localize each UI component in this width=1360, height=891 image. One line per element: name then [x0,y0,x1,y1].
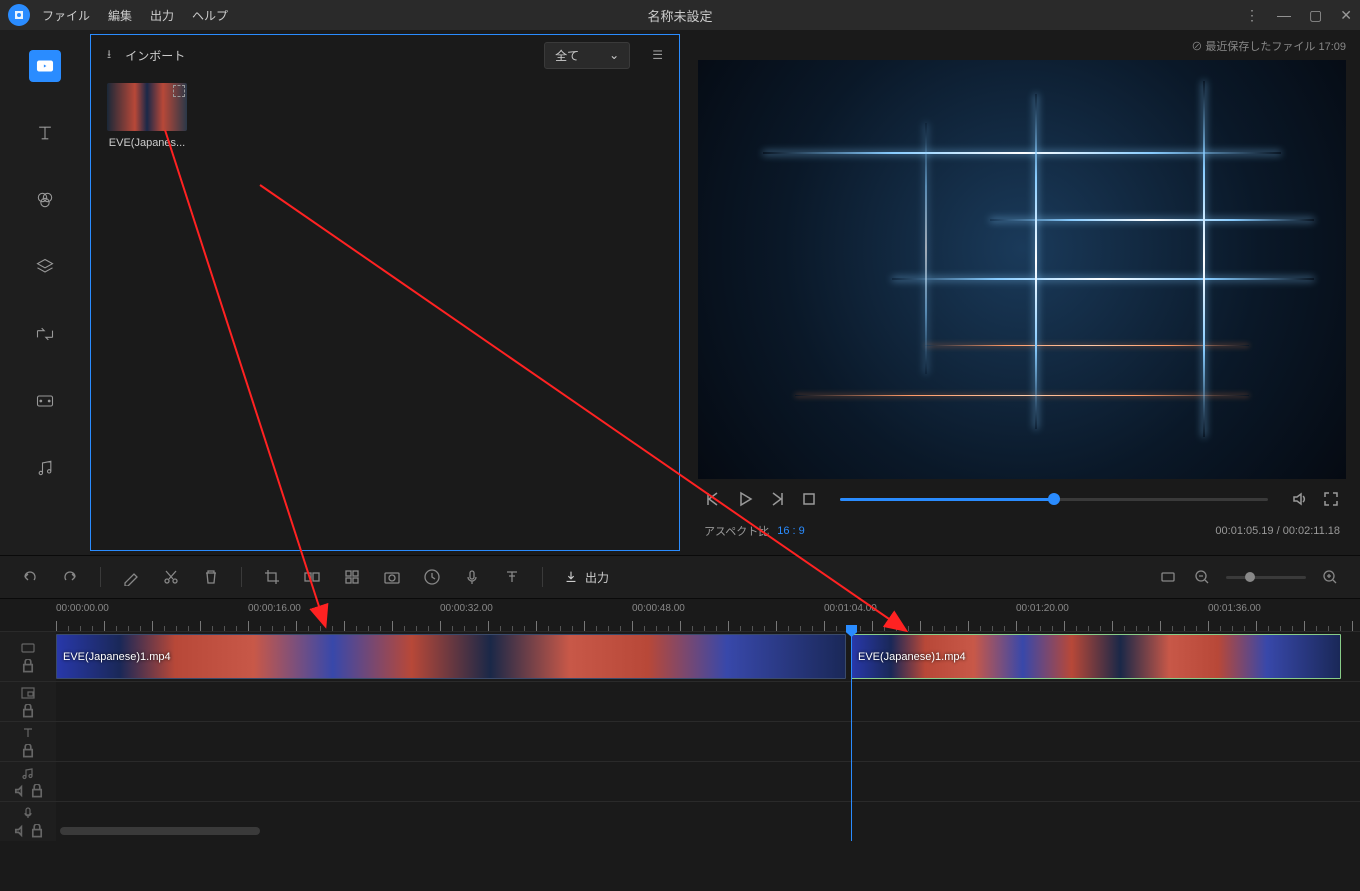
filter-dropdown[interactable]: 全て ⌄ [544,42,630,69]
view-list-icon[interactable]: ☰ [652,48,663,62]
undo-button[interactable] [20,567,40,587]
track-head-voice[interactable] [0,802,56,841]
ruler-mark: 00:00:00.00 [56,603,109,614]
ruler-mark: 00:01:20.00 [1016,603,1069,614]
audio-track [0,761,1360,801]
export-button[interactable]: 出力 [563,569,609,586]
fullscreen-button[interactable] [1322,490,1340,508]
fit-button[interactable] [1158,567,1178,587]
delete-button[interactable] [201,567,221,587]
playhead[interactable] [851,631,852,841]
preview-progress[interactable] [840,498,1268,501]
clip-label: EVE(Japanese)1.mp4 [858,651,966,663]
preview-video[interactable] [698,60,1346,479]
stop-button[interactable] [800,490,818,508]
edit-tool[interactable] [121,567,141,587]
play-button[interactable] [736,490,754,508]
aspect-value[interactable]: 16 : 9 [777,525,805,537]
close-button[interactable]: ✕ [1340,7,1352,24]
pip-track [0,681,1360,721]
redo-button[interactable] [60,567,80,587]
next-frame-button[interactable] [768,490,786,508]
media-item-label: EVE(Japanes... [107,137,187,149]
export-label: 出力 [585,569,609,586]
mosaic-tool[interactable] [342,567,362,587]
menu-file[interactable]: ファイル [42,7,90,24]
sidebar-audio[interactable] [29,452,61,484]
ruler-mark: 00:00:48.00 [632,603,685,614]
import-icon[interactable]: ⭳ [107,45,111,66]
app-logo [8,4,30,26]
menu-output[interactable]: 出力 [150,7,174,24]
import-button[interactable]: インボート [125,47,185,64]
menu-edit[interactable]: 編集 [108,7,132,24]
crop-tool[interactable] [262,567,282,587]
clip[interactable]: EVE(Japanese)1.mp4 [851,634,1341,679]
ruler-mark: 00:01:04.00 [824,603,877,614]
save-status: ⊘ 最近保存したファイル 17:09 [698,38,1346,60]
prev-frame-button[interactable] [704,490,722,508]
timeline-scrollbar[interactable] [60,827,260,835]
media-thumbnail [107,83,187,131]
cut-tool[interactable] [161,567,181,587]
more-icon[interactable]: ⋮ [1245,7,1259,24]
snapshot-tool[interactable] [382,567,402,587]
minimize-button[interactable]: — [1277,7,1291,23]
text-tool[interactable] [502,567,522,587]
ruler-mark: 00:00:16.00 [248,603,301,614]
timeline-toolbar: 出力 [0,555,1360,599]
chevron-down-icon: ⌄ [609,48,619,62]
media-item[interactable]: EVE(Japanes... [107,83,187,149]
track-head-video[interactable] [0,632,56,681]
preview-panel: ⊘ 最近保存したファイル 17:09 [684,30,1360,555]
clip-label: EVE(Japanese)1.mp4 [63,651,171,663]
maximize-button[interactable]: ▢ [1309,7,1322,24]
voice-tool[interactable] [462,567,482,587]
media-panel: ⭳ インボート 全て ⌄ ☰ EVE(Japanes... [90,34,680,551]
sidebar-media[interactable] [29,50,61,82]
timeline: 00:00:00.00 00:00:16.00 00:00:32.00 00:0… [0,599,1360,841]
split-tool[interactable] [302,567,322,587]
video-track: EVE(Japanese)1.mp4 EVE(Japanese)1.mp4 [0,631,1360,681]
speed-tool[interactable] [422,567,442,587]
filter-value: 全て [555,47,579,64]
ruler-mark: 00:01:36.00 [1208,603,1261,614]
clip[interactable]: EVE(Japanese)1.mp4 [56,634,846,679]
ruler-mark: 00:00:32.00 [440,603,493,614]
zoom-slider[interactable] [1226,576,1306,579]
text-track [0,721,1360,761]
window-title: 名称未設定 [647,6,712,25]
zoom-in-button[interactable] [1320,567,1340,587]
main-menu: ファイル 編集 出力 ヘルプ [42,7,228,24]
voice-track [0,801,1360,841]
menu-help[interactable]: ヘルプ [192,7,228,24]
timeline-ruler[interactable]: 00:00:00.00 00:00:16.00 00:00:32.00 00:0… [0,599,1360,631]
sidebar-transition[interactable] [29,318,61,350]
volume-button[interactable] [1290,490,1308,508]
sidebar [0,30,90,555]
aspect-label: アスペクト比 [704,523,769,539]
sidebar-filter[interactable] [29,184,61,216]
sidebar-element[interactable] [29,385,61,417]
track-head-audio[interactable] [0,762,56,801]
zoom-out-button[interactable] [1192,567,1212,587]
titlebar: ファイル 編集 出力 ヘルプ 名称未設定 ⋮ — ▢ ✕ [0,0,1360,30]
sidebar-text[interactable] [29,117,61,149]
track-head-pip[interactable] [0,682,56,721]
timecode: 00:01:05.19 / 00:02:11.18 [1215,525,1340,537]
sidebar-overlay[interactable] [29,251,61,283]
track-head-text[interactable] [0,722,56,761]
